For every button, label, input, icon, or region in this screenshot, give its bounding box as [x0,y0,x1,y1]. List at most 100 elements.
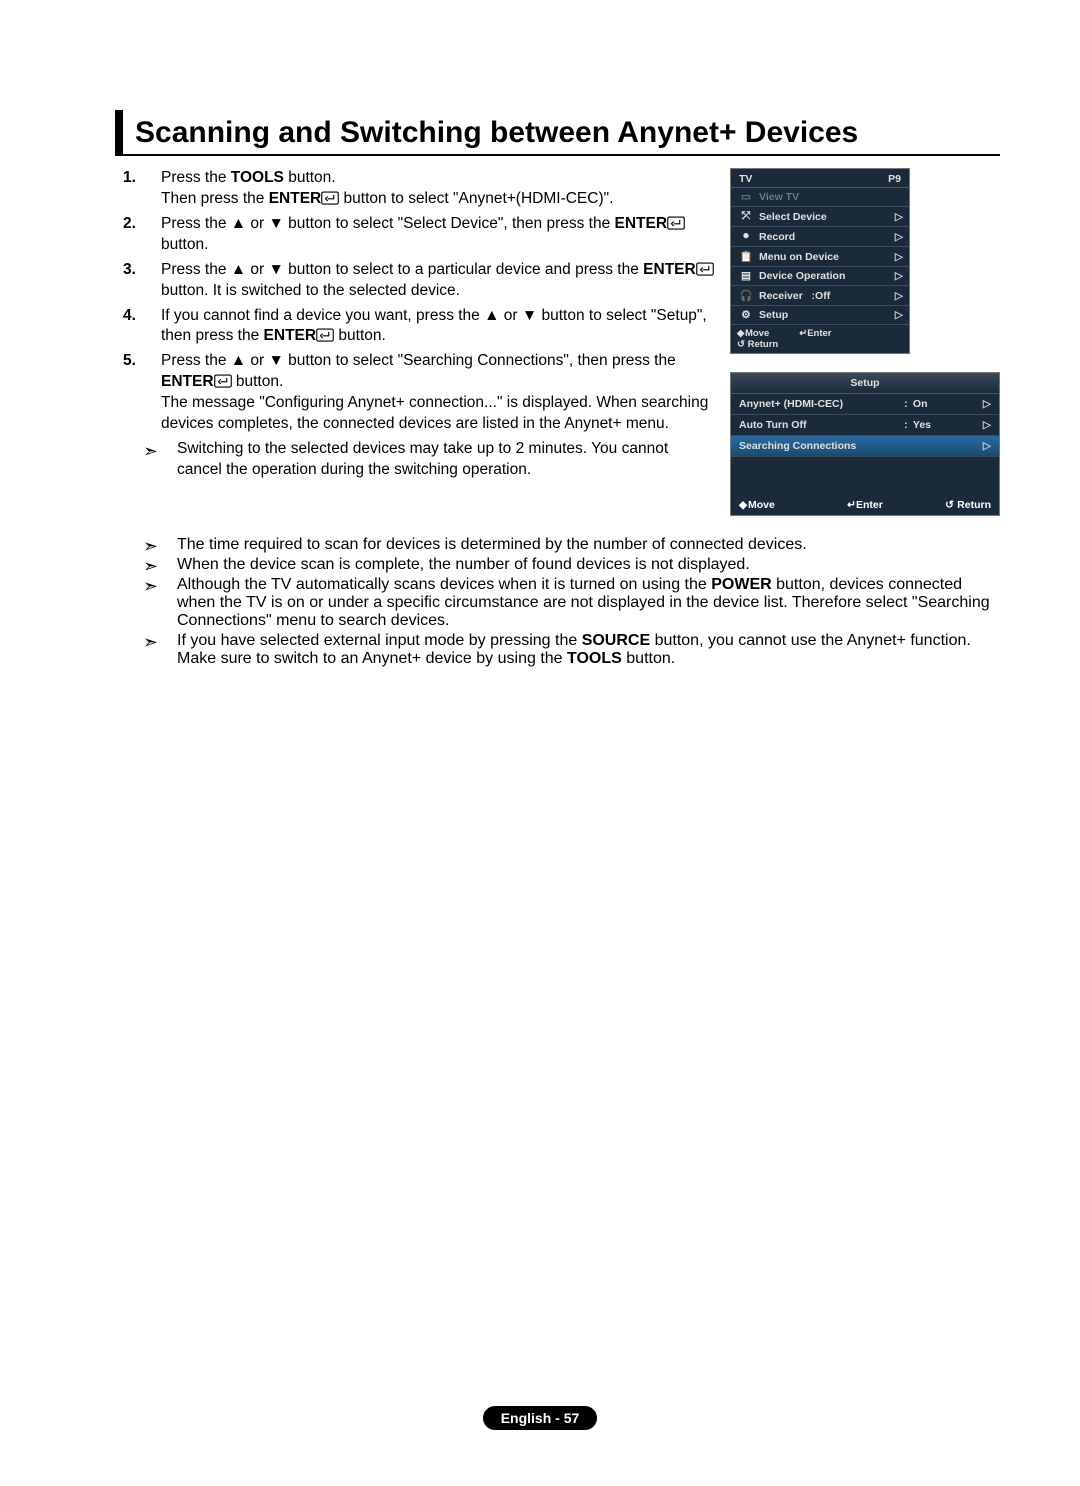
row-label: Select Device [759,211,895,223]
power-label: POWER [711,576,771,593]
enter-label-5: ENTER [161,373,214,390]
enter-label-1: ENTER [269,190,322,207]
fig1-row: ▭ View TV [731,188,909,207]
note-5: If you have selected external input mode… [143,632,1000,668]
fig1-header: TV P9 [731,169,909,188]
step-4: If you cannot find a device you want, pr… [143,306,716,348]
row-label: Menu on Device [759,251,895,263]
row-icon: ⏺ [737,230,755,243]
row-label: Device Operation [759,270,895,282]
fig2-row: Auto Turn Off:Yes▷ [731,415,999,436]
fig1-row: ▤ Device Operation▷ [731,267,909,286]
fig1-return: ↻ Return [737,339,778,350]
steps-list: Press the TOOLS button. Then press the E… [143,168,716,435]
enter-icon [321,191,339,205]
step-1: Press the TOOLS button. Then press the E… [143,168,716,210]
chevron-right-icon: ▷ [895,309,903,321]
note-4a: Although the TV automatically scans devi… [177,576,711,593]
row-label: Receiver :Off [759,290,895,302]
note-3: When the device scan is complete, the nu… [143,556,1000,574]
fig1-row: 🎧 Receiver :Off▷ [731,286,909,306]
step-2-text-c: button. [161,236,208,253]
row-colon: : [899,419,913,431]
fig1-row: ⏺ Record▷ [731,227,909,247]
chevron-right-icon: ▷ [983,440,991,452]
fig1-title-right: P9 [888,173,901,185]
heading-wrap: Scanning and Switching between Anynet+ D… [115,110,1000,156]
row-icon: ⤱ [737,210,755,223]
fig2-row: Searching Connections ▷ [731,436,999,457]
step-5-text-c: button. [232,373,284,390]
fig1-row: ⤱ Select Device▷ [731,207,909,227]
fig2-move: ◆ Move [739,499,823,511]
step-2: Press the ▲ or ▼ button to select "Selec… [143,214,716,256]
fig2-return: ↻ Return [907,499,991,511]
enter-icon [696,262,714,276]
body-area: Press the TOOLS button. Then press the E… [115,168,1000,534]
chevron-right-icon: ▷ [895,251,903,263]
row-value: On [913,398,983,410]
enter-label-4: ENTER [264,327,317,344]
text-column: Press the TOOLS button. Then press the E… [115,168,716,534]
enter-label-2: ENTER [615,215,668,232]
enter-icon [667,216,685,230]
page-number: English - 57 [483,1406,598,1430]
row-label: Setup [759,309,895,321]
step-2-text-a: Press the ▲ or ▼ button to select "Selec… [161,215,615,232]
fig2-blank [731,457,999,495]
row-icon: ▭ [737,191,755,203]
fig2-row: Anynet+ (HDMI-CEC):On▷ [731,394,999,415]
step-1-text-f: button to select "Anynet+(HDMI-CEC)". [339,190,613,207]
row-icon: 📋 [737,250,755,263]
row-label: Anynet+ (HDMI-CEC) [739,398,899,410]
fig2-footer: ◆ Move ↵Enter ↻ Return [731,495,999,515]
step-1-text-d: Then press the [161,190,269,207]
step-5-text-d: The message "Configuring Anynet+ connect… [161,394,708,432]
fig1-row: 📋 Menu on Device▷ [731,247,909,267]
step-5-text-a: Press the ▲ or ▼ button to select "Searc… [161,352,676,369]
chevron-right-icon: ▷ [983,419,991,431]
page-footer: English - 57 [0,1406,1080,1430]
step-3-text-a: Press the ▲ or ▼ button to select to a p… [161,261,643,278]
chevron-right-icon: ▷ [895,290,903,302]
enter-label-3: ENTER [643,261,696,278]
row-value: Yes [913,419,983,431]
row-label: Auto Turn Off [739,419,899,431]
source-label: SOURCE [582,632,650,649]
row-label: Searching Connections [739,440,899,452]
chevron-right-icon: ▷ [983,398,991,410]
fig1-footer: ◆ Move ↵Enter ↻ Return [731,325,909,353]
chevron-right-icon: ▷ [895,211,903,223]
note-4: Although the TV automatically scans devi… [143,576,1000,630]
row-colon: : [899,398,913,410]
notes-short: Switching to the selected devices may ta… [143,439,716,481]
fig1-enter: ↵Enter [799,328,831,339]
enter-icon [214,374,232,388]
step-1-text-c: button. [284,169,336,186]
row-icon: ▤ [737,270,755,282]
chevron-right-icon: ▷ [895,231,903,243]
page-title: Scanning and Switching between Anynet+ D… [135,110,1000,154]
note-2: The time required to scan for devices is… [143,536,1000,554]
step-4-text-a: If you cannot find a device you want, pr… [161,307,707,345]
notes-full: The time required to scan for devices is… [143,536,1000,668]
row-icon: 🎧 [737,289,755,302]
fig2-enter: ↵Enter [823,499,907,511]
figure-column: TV P9 ▭View TV⤱Select Device▷⏺Record▷📋Me… [730,168,1000,534]
fig1-move: ◆ Move [737,328,769,339]
tv-popup-figure: TV P9 ▭View TV⤱Select Device▷⏺Record▷📋Me… [730,168,910,354]
row-label: View TV [759,191,903,203]
note-5a: If you have selected external input mode… [177,632,582,649]
step-3-text-c: button. It is switched to the selected d… [161,282,460,299]
note-1: Switching to the selected devices may ta… [143,439,716,481]
step-5: Press the ▲ or ▼ button to select "Searc… [143,351,716,435]
note-5e: button. [622,650,675,667]
setup-menu-figure: Setup Anynet+ (HDMI-CEC):On▷Auto Turn Of… [730,372,1000,516]
fig1-title-left: TV [739,173,752,185]
row-label: Record [759,231,895,243]
tools-label-2: TOOLS [567,650,622,667]
tools-label: TOOLS [231,169,284,186]
enter-icon [316,328,334,342]
chevron-right-icon: ▷ [895,270,903,282]
step-3: Press the ▲ or ▼ button to select to a p… [143,260,716,302]
